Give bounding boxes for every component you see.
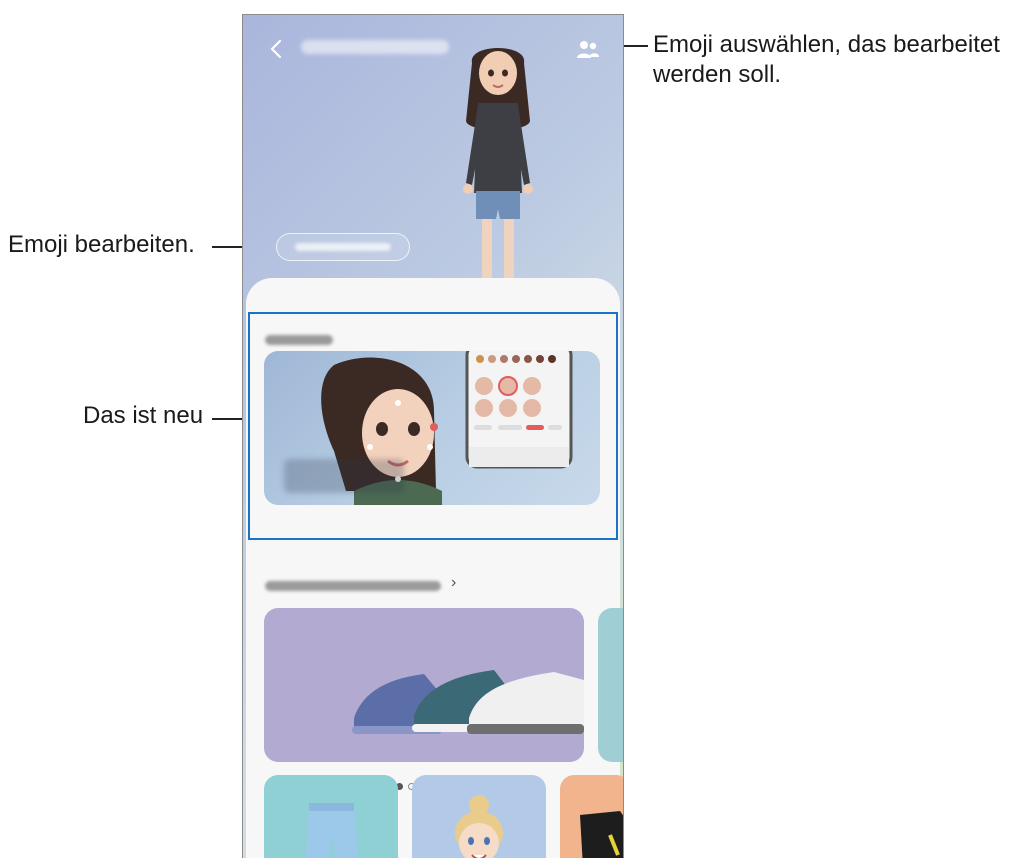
callout-select-emoji-line1: Emoji auswählen, das bearbeitet (653, 31, 1000, 58)
shirt-illustration (580, 811, 623, 858)
shoes-card[interactable] (264, 608, 584, 762)
chevron-left-icon[interactable] (265, 37, 289, 61)
shoes-illustration (352, 670, 584, 734)
give-makeover-label-blurred (295, 243, 391, 251)
pants-card[interactable] (264, 775, 398, 858)
hairstyle-illustration (455, 795, 503, 858)
pants-illustration (305, 803, 358, 858)
callout-select-emoji: Emoji auswählen, das bearbeitet werden s… (653, 30, 1000, 90)
hairstyle-card[interactable] (412, 775, 546, 858)
people-icon[interactable] (576, 39, 600, 61)
callout-edit-emoji: Emoji bearbeiten. (8, 231, 195, 258)
shirt-card-peek[interactable] (560, 775, 623, 858)
chevron-right-icon[interactable]: › (451, 574, 456, 592)
side-card-peek[interactable] (598, 608, 623, 762)
callout-whats-new: Das ist neu (83, 402, 204, 429)
whats-new-highlight (248, 312, 618, 540)
avatar-figure[interactable] (438, 33, 558, 313)
callout-select-emoji-line2: werden soll. (653, 61, 782, 88)
new-look-heading-blurred[interactable] (265, 581, 441, 591)
page-title-blurred (301, 40, 449, 54)
give-makeover-button[interactable] (276, 233, 410, 261)
